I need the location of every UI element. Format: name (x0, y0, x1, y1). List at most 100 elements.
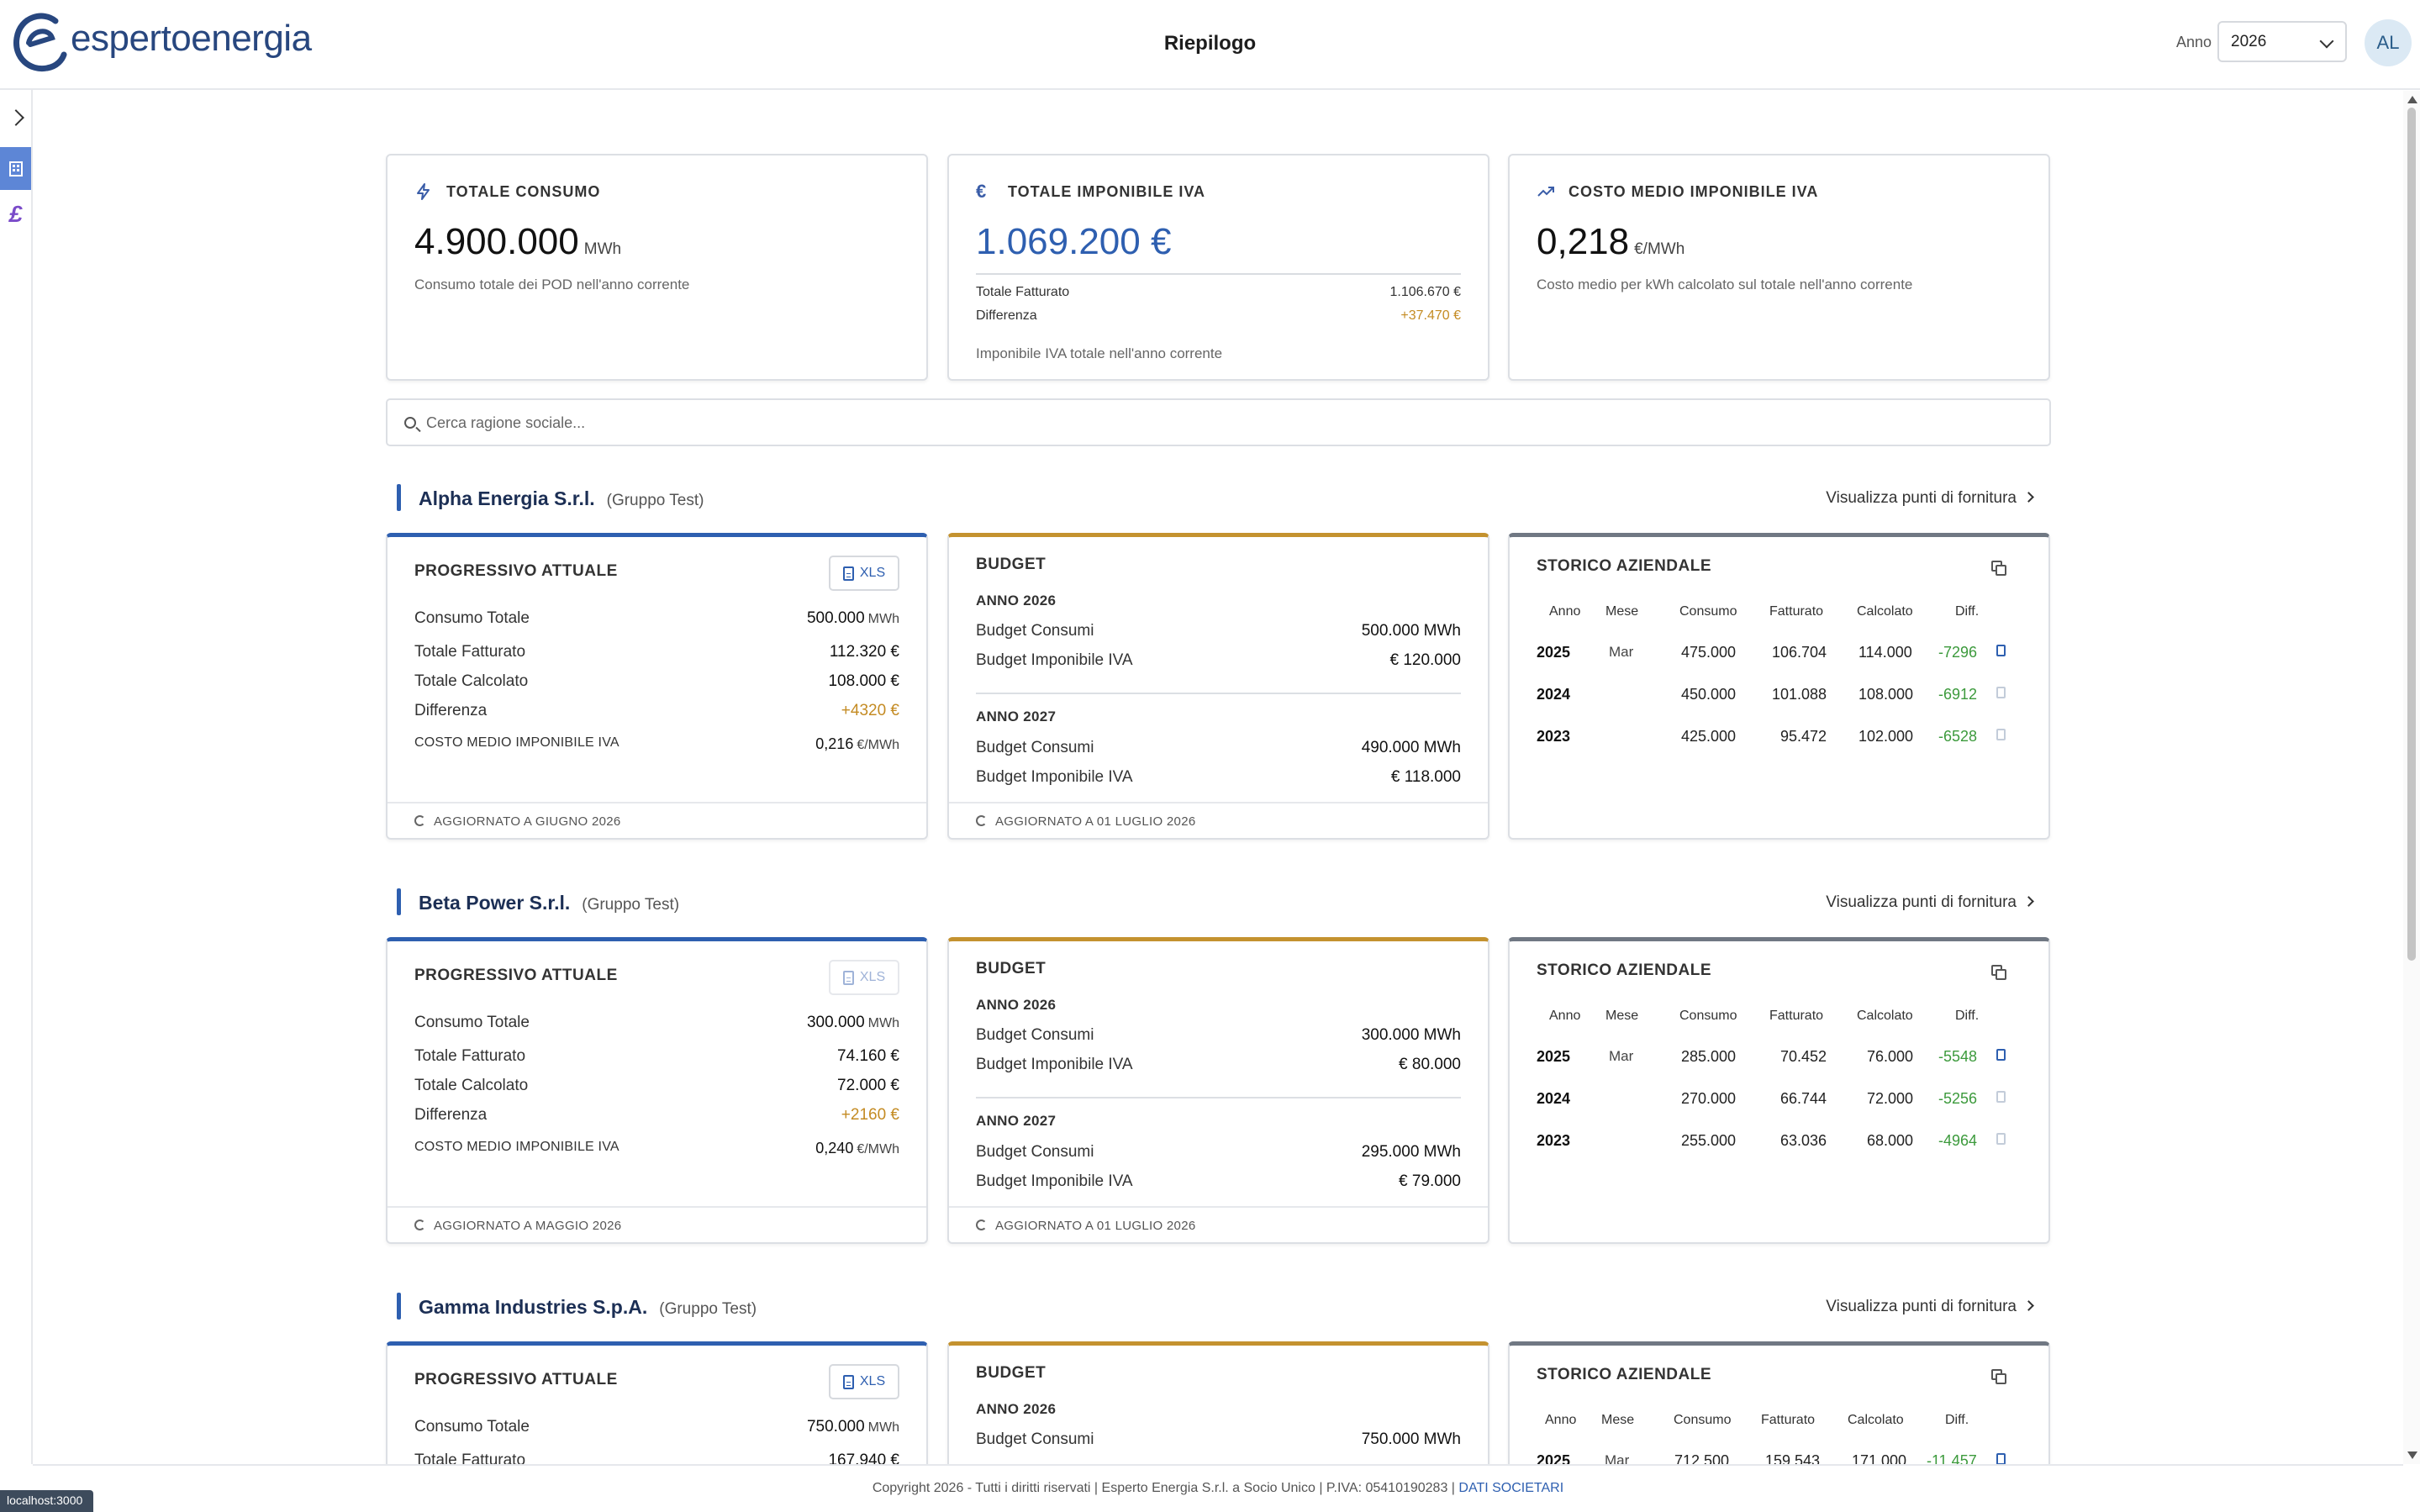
costo-value: 0,216 (815, 735, 854, 752)
col-header: Consumo (1674, 1413, 1732, 1427)
avatar[interactable]: AL (2365, 19, 2412, 66)
logo[interactable]: espertoenergia (12, 8, 312, 76)
table-cell: 101.088 (1772, 686, 1827, 703)
view-supply-points-link[interactable]: Visualizza punti di fornitura (1826, 1298, 2034, 1316)
company-accent-bar (397, 484, 401, 511)
row-label: Differenza (414, 702, 488, 719)
progressivo-card: PROGRESSIVO ATTUALE XLS Consumo Totale 50… (386, 533, 928, 840)
differenza-value: +4320 € (841, 702, 899, 719)
view-supply-points-link[interactable]: Visualizza punti di fornitura (1826, 489, 2034, 508)
kpi-description: Costo medio per kWh calcolato sul totale… (1537, 277, 1913, 292)
document-icon[interactable] (1996, 1049, 2006, 1061)
table-cell: -5548 (1938, 1048, 1978, 1065)
unit: MWh (867, 1016, 899, 1030)
kpi-value: 0,218 (1537, 221, 1630, 262)
table-cell: 108.000 (1858, 686, 1914, 703)
card-title: STORICO AZIENDALE (1537, 1366, 1712, 1383)
copy-icon[interactable] (1991, 561, 2008, 577)
col-header: Anno (1549, 604, 1581, 619)
progressivo-card: PROGRESSIVO ATTUALE XLS Consumo Totale 75… (386, 1341, 928, 1464)
divider (976, 693, 1461, 694)
updated-text: AGGIORNATO A MAGGIO 2026 (434, 1219, 622, 1233)
page-title: Riepilogo (1163, 32, 1257, 55)
document-icon[interactable] (1996, 1453, 2006, 1464)
budget-year: ANNO 2027 (976, 1113, 1057, 1129)
table-cell: 2024 (1537, 1090, 1571, 1107)
kpi-title: COSTO MEDIO IMPONIBILE IVA (1569, 182, 1819, 200)
col-header: Anno (1549, 1009, 1581, 1023)
document-icon[interactable] (1996, 645, 2006, 656)
dati-societari-link[interactable]: DATI SOCIETARI (1458, 1481, 1563, 1495)
table-cell: 2025 (1537, 644, 1571, 661)
xls-export-button[interactable]: XLS (829, 1364, 899, 1399)
table-cell: 102.000 (1858, 728, 1914, 745)
table-cell: Mar (1609, 1048, 1634, 1064)
scroll-thumb[interactable] (2407, 108, 2416, 961)
consumo-value: 750.000 (806, 1418, 865, 1436)
storico-card: STORICO AZIENDALE Anno Mese Consumo Fatt… (1508, 937, 2050, 1244)
updated-text: AGGIORNATO A 01 LUGLIO 2026 (995, 814, 1196, 829)
scroll-up-arrow-icon[interactable] (2407, 96, 2417, 103)
logo-mark-icon (13, 13, 67, 72)
year-select-value: 2026 (2231, 33, 2267, 50)
sidebar-item-pound-icon[interactable]: £ (0, 198, 31, 231)
card-footer: AGGIORNATO A MAGGIO 2026 (388, 1206, 926, 1242)
card-title: BUDGET (976, 1364, 1047, 1382)
calcolato-value: 108.000 € (828, 672, 899, 690)
year-select[interactable]: 2026 (2217, 21, 2347, 62)
col-header: Consumo (1679, 604, 1737, 619)
table-cell: -4964 (1938, 1132, 1978, 1149)
fatturato-value: 167.940 € (828, 1451, 899, 1464)
table-cell: -6528 (1938, 728, 1978, 745)
table-cell: 63.036 (1780, 1132, 1827, 1149)
xls-label: XLS (859, 970, 886, 984)
card-title: BUDGET (976, 960, 1047, 977)
col-header: Fatturato (1769, 604, 1824, 619)
chevron-right-icon[interactable] (8, 109, 24, 126)
sidebar-item-buildings[interactable] (0, 147, 31, 190)
kpi-diff-label: Differenza (976, 308, 1037, 323)
app-header: espertoenergia Riepilogo Anno 2026 AL (0, 0, 2420, 90)
xls-export-button[interactable]: XLS (829, 960, 899, 995)
table-cell: 76.000 (1867, 1048, 1914, 1065)
card-title: STORICO AZIENDALE (1537, 557, 1712, 575)
card-footer: AGGIORNATO A 01 LUGLIO 2026 (949, 802, 1488, 838)
storico-card: STORICO AZIENDALE Anno Mese Consumo Fatt… (1508, 1341, 2050, 1464)
row-label: Budget Imponibile IVA (976, 768, 1133, 786)
xls-export-button[interactable]: XLS (829, 556, 899, 591)
year-label: Anno (2176, 34, 2212, 50)
company-group: (Gruppo Test) (659, 1300, 757, 1318)
table-cell: -7296 (1938, 644, 1978, 661)
row-label: Budget Consumi (976, 1026, 1094, 1044)
scroll-down-arrow-icon[interactable] (2407, 1451, 2417, 1459)
kpi-totale-imponibile: € TOTALE IMPONIBILE IVA 1.069.200 € Tota… (947, 154, 1489, 381)
budget-imponibile-value: € 80.000 (1399, 1056, 1461, 1073)
unit: MWh (867, 1420, 899, 1435)
fatturato-value: 74.160 € (837, 1047, 899, 1065)
unit: €/MWh (857, 1142, 899, 1156)
unit: €/MWh (857, 738, 899, 752)
table-cell: 475.000 (1681, 644, 1737, 661)
table-cell: 68.000 (1867, 1132, 1914, 1149)
scrollbar[interactable] (2403, 91, 2420, 1464)
file-icon (842, 566, 854, 581)
calcolato-value: 72.000 € (837, 1077, 899, 1094)
updated-text: AGGIORNATO A GIUGNO 2026 (434, 814, 621, 829)
link-label: Visualizza punti di fornitura (1826, 1298, 2017, 1315)
copy-icon[interactable] (1991, 1369, 2008, 1386)
budget-consumi-value: 750.000 MWh (1361, 1430, 1461, 1448)
budget-year: ANNO 2026 (976, 1401, 1057, 1417)
card-title: BUDGET (976, 556, 1047, 573)
budget-card: BUDGET ANNO 2026 Budget Consumi 750.000 M… (947, 1341, 1489, 1464)
view-supply-points-link[interactable]: Visualizza punti di fornitura (1826, 893, 2034, 912)
consumo-value: 300.000 (806, 1014, 865, 1031)
link-label: Visualizza punti di fornitura (1826, 489, 2017, 507)
footer-text: Copyright 2026 - Tutti i diritti riserva… (872, 1481, 1455, 1495)
kpi-unit: €/MWh (1634, 240, 1685, 258)
copy-icon[interactable] (1991, 965, 2008, 982)
unit: MWh (867, 612, 899, 626)
trending-up-icon (1537, 187, 1554, 197)
col-header: Diff. (1945, 1413, 1969, 1427)
search-input[interactable] (426, 410, 2023, 435)
building-icon (8, 161, 23, 176)
